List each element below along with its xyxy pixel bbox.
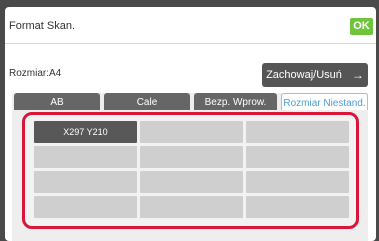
- tab-inches[interactable]: Cale: [104, 93, 190, 110]
- custom-size-cell[interactable]: [140, 196, 243, 218]
- header-divider: [5, 43, 376, 44]
- custom-size-cell[interactable]: [246, 146, 349, 168]
- dialog-title: Format Skan.: [9, 20, 76, 32]
- custom-size-cell[interactable]: [34, 171, 137, 193]
- size-label: Rozmiar:A4: [9, 68, 62, 79]
- custom-size-cell[interactable]: [246, 171, 349, 193]
- arrow-right-icon: →: [351, 68, 364, 82]
- custom-size-cell[interactable]: [246, 196, 349, 218]
- custom-size-cell[interactable]: [140, 121, 243, 143]
- tab-custom-size[interactable]: Rozmiar Niestand.: [281, 93, 368, 110]
- custom-size-cell[interactable]: [140, 146, 243, 168]
- ok-button[interactable]: OK: [350, 18, 373, 35]
- custom-size-cell[interactable]: [34, 196, 137, 218]
- tab-ab[interactable]: AB: [14, 93, 100, 110]
- tab-safe-feed[interactable]: Bezp. Wprow.: [194, 93, 277, 110]
- custom-size-cell[interactable]: [246, 121, 349, 143]
- custom-size-cell[interactable]: [34, 146, 137, 168]
- save-delete-label: Zachowaj/Usuń: [266, 69, 342, 81]
- save-delete-button[interactable]: Zachowaj/Usuń →: [262, 63, 368, 87]
- custom-size-cell-selected[interactable]: X297 Y210: [34, 121, 137, 143]
- custom-size-cell[interactable]: [140, 171, 243, 193]
